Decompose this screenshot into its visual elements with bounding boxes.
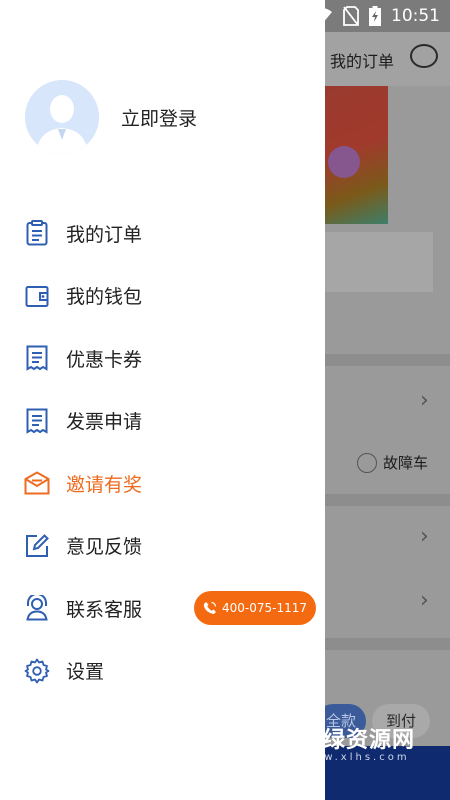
menu-item-coupons[interactable]: 优惠卡券 [0,327,325,390]
background-divider [325,494,450,506]
customer-service-icon [24,595,50,621]
background-divider [325,354,450,366]
menu-item-invite-reward[interactable]: 邀请有奖 [0,452,325,515]
fault-vehicle-label: 故障车 [383,454,429,472]
clock: 10:51 [391,6,440,26]
battery-icon [369,6,381,26]
avatar[interactable] [25,80,99,154]
drawer-menu: 我的订单 我的钱包 优惠卡券 发票申请 邀请有奖 意见反馈 联系客服 400-0… [0,202,325,702]
menu-item-label: 发票申请 [66,411,143,434]
chevron-right-icon: › [420,524,429,549]
feedback-icon [24,533,50,559]
background-fault-option: 故障车 [357,452,428,473]
chat-icon [410,44,438,68]
phone-icon [203,601,217,614]
menu-item-invoice[interactable]: 发票申请 [0,390,325,453]
no-sim-icon [343,6,359,26]
chevron-right-icon: › [420,388,429,413]
menu-item-customer-service[interactable]: 联系客服 400-075-1117 [0,577,325,640]
radio-icon [357,452,377,473]
menu-item-label: 我的钱包 [66,286,143,309]
background-banner [325,86,388,224]
hotline-number: 400-075-1117 [221,601,307,615]
profile-login[interactable]: 立即登录 [25,80,197,154]
menu-item-settings[interactable]: 设置 [0,640,325,703]
menu-item-label: 联系客服 [66,598,143,621]
invoice-icon [24,408,50,434]
background-my-orders: 我的订单 [330,52,395,71]
order-icon [24,220,50,246]
settings-icon [24,658,50,684]
background-divider [325,638,450,650]
menu-item-label: 我的订单 [66,223,143,246]
menu-item-label: 邀请有奖 [66,473,143,496]
login-label[interactable]: 立即登录 [121,104,197,131]
menu-item-label: 意见反馈 [66,536,143,559]
user-avatar-icon [25,80,99,154]
hotline-button[interactable]: 400-075-1117 [194,591,316,625]
chevron-right-icon: › [420,588,429,613]
menu-item-feedback[interactable]: 意见反馈 [0,515,325,578]
menu-item-label: 优惠卡券 [66,348,143,371]
navigation-drawer: 立即登录 我的订单 我的钱包 优惠卡券 发票申请 邀请有奖 意见反馈 联系客服 … [0,0,325,800]
invite-icon [24,470,50,496]
coupon-icon [24,345,50,371]
menu-item-my-wallet[interactable]: 我的钱包 [0,265,325,328]
menu-item-my-orders[interactable]: 我的订单 [0,202,325,265]
background-card [325,232,433,292]
wallet-icon [24,283,50,309]
menu-item-label: 设置 [66,661,105,684]
